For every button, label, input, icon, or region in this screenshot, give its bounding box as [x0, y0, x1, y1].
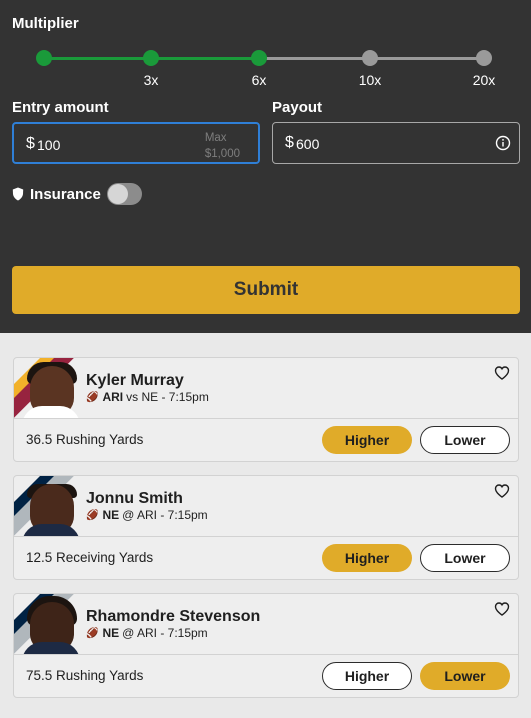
tick-label-3x: 3x — [143, 72, 159, 88]
shield-icon — [12, 187, 24, 201]
heart-icon[interactable] — [494, 483, 510, 499]
slider-stop-3x[interactable] — [143, 50, 159, 66]
insurance-toggle[interactable] — [106, 183, 142, 205]
payout-value: 600 — [296, 136, 320, 152]
slider-stop-min[interactable] — [36, 50, 52, 66]
higher-button[interactable]: Higher — [322, 426, 412, 454]
entry-amount-field[interactable]: $ Max $1,000 — [12, 122, 260, 164]
avatar-jersey — [22, 524, 80, 536]
multiplier-slider[interactable]: 3x 6x 10x 20x — [0, 0, 531, 100]
entry-max-label: Max — [204, 132, 227, 144]
player-photo — [14, 594, 86, 654]
lower-button[interactable]: Lower — [420, 426, 510, 454]
card-divider — [14, 418, 518, 419]
slider-stop-6x[interactable] — [251, 50, 267, 66]
entry-max-hint: Max $1,000 — [205, 130, 240, 162]
insurance-toggle-knob — [107, 184, 128, 204]
matchup-text: @ ARI - 7:15pm — [122, 508, 208, 522]
player-name: Rhamondre Stevenson — [86, 608, 261, 625]
stat-line: 75.5 Rushing Yards — [26, 668, 144, 683]
avatar-jersey — [22, 642, 80, 654]
info-icon[interactable] — [495, 135, 511, 151]
player-photo — [14, 476, 86, 536]
team-abbr: ARI — [102, 390, 124, 404]
matchup-text: @ ARI - 7:15pm — [122, 626, 208, 640]
matchup-text: vs NE - 7:15pm — [126, 390, 209, 404]
football-icon: 🏈 — [86, 391, 99, 403]
entry-amount-input[interactable] — [37, 137, 157, 153]
pick-card: Rhamondre Stevenson 🏈 NE @ ARI - 7:15pm … — [13, 593, 519, 698]
entry-max-value: $1,000 — [204, 148, 240, 160]
heart-icon[interactable] — [494, 601, 510, 617]
game-info: 🏈 NE @ ARI - 7:15pm — [86, 626, 208, 640]
entry-amount-label: Entry amount — [12, 99, 109, 116]
football-icon: 🏈 — [86, 509, 99, 521]
tick-label-20x: 20x — [472, 72, 496, 88]
card-divider — [14, 654, 518, 655]
slider-stop-10x[interactable] — [362, 50, 378, 66]
team-abbr: NE — [102, 626, 120, 640]
tick-label-6x: 6x — [251, 72, 267, 88]
pick-card: Kyler Murray 🏈 ARI vs NE - 7:15pm 36.5 R… — [13, 357, 519, 462]
player-name: Kyler Murray — [86, 372, 184, 389]
payout-currency-symbol: $ — [285, 134, 294, 151]
pick-card: Jonnu Smith 🏈 NE @ ARI - 7:15pm 12.5 Rec… — [13, 475, 519, 580]
higher-button[interactable]: Higher — [322, 662, 412, 690]
player-photo — [14, 358, 86, 418]
football-icon: 🏈 — [86, 627, 99, 639]
entry-currency-symbol: $ — [26, 135, 35, 152]
payout-label: Payout — [272, 99, 323, 116]
card-divider — [14, 536, 518, 537]
lower-button[interactable]: Lower — [420, 662, 510, 690]
heart-icon[interactable] — [494, 365, 510, 381]
game-info: 🏈 NE @ ARI - 7:15pm — [86, 508, 208, 522]
tick-label-10x: 10x — [358, 72, 382, 88]
higher-button[interactable]: Higher — [322, 544, 412, 572]
insurance-row: Insurance — [12, 183, 142, 205]
avatar-jersey — [22, 406, 80, 418]
stat-line: 12.5 Receiving Yards — [26, 550, 154, 565]
player-name: Jonnu Smith — [86, 490, 183, 507]
team-abbr: NE — [102, 508, 120, 522]
submit-button[interactable]: Submit — [12, 266, 520, 314]
lower-button[interactable]: Lower — [420, 544, 510, 572]
insurance-label: Insurance — [30, 185, 101, 203]
slider-stop-20x[interactable] — [476, 50, 492, 66]
payout-field: $ 600 — [272, 122, 520, 164]
entry-panel: Multiplier 3x 6x 10x 20x Entry amount $ … — [0, 0, 531, 333]
game-info: 🏈 ARI vs NE - 7:15pm — [86, 390, 209, 404]
stat-line: 36.5 Rushing Yards — [26, 432, 144, 447]
